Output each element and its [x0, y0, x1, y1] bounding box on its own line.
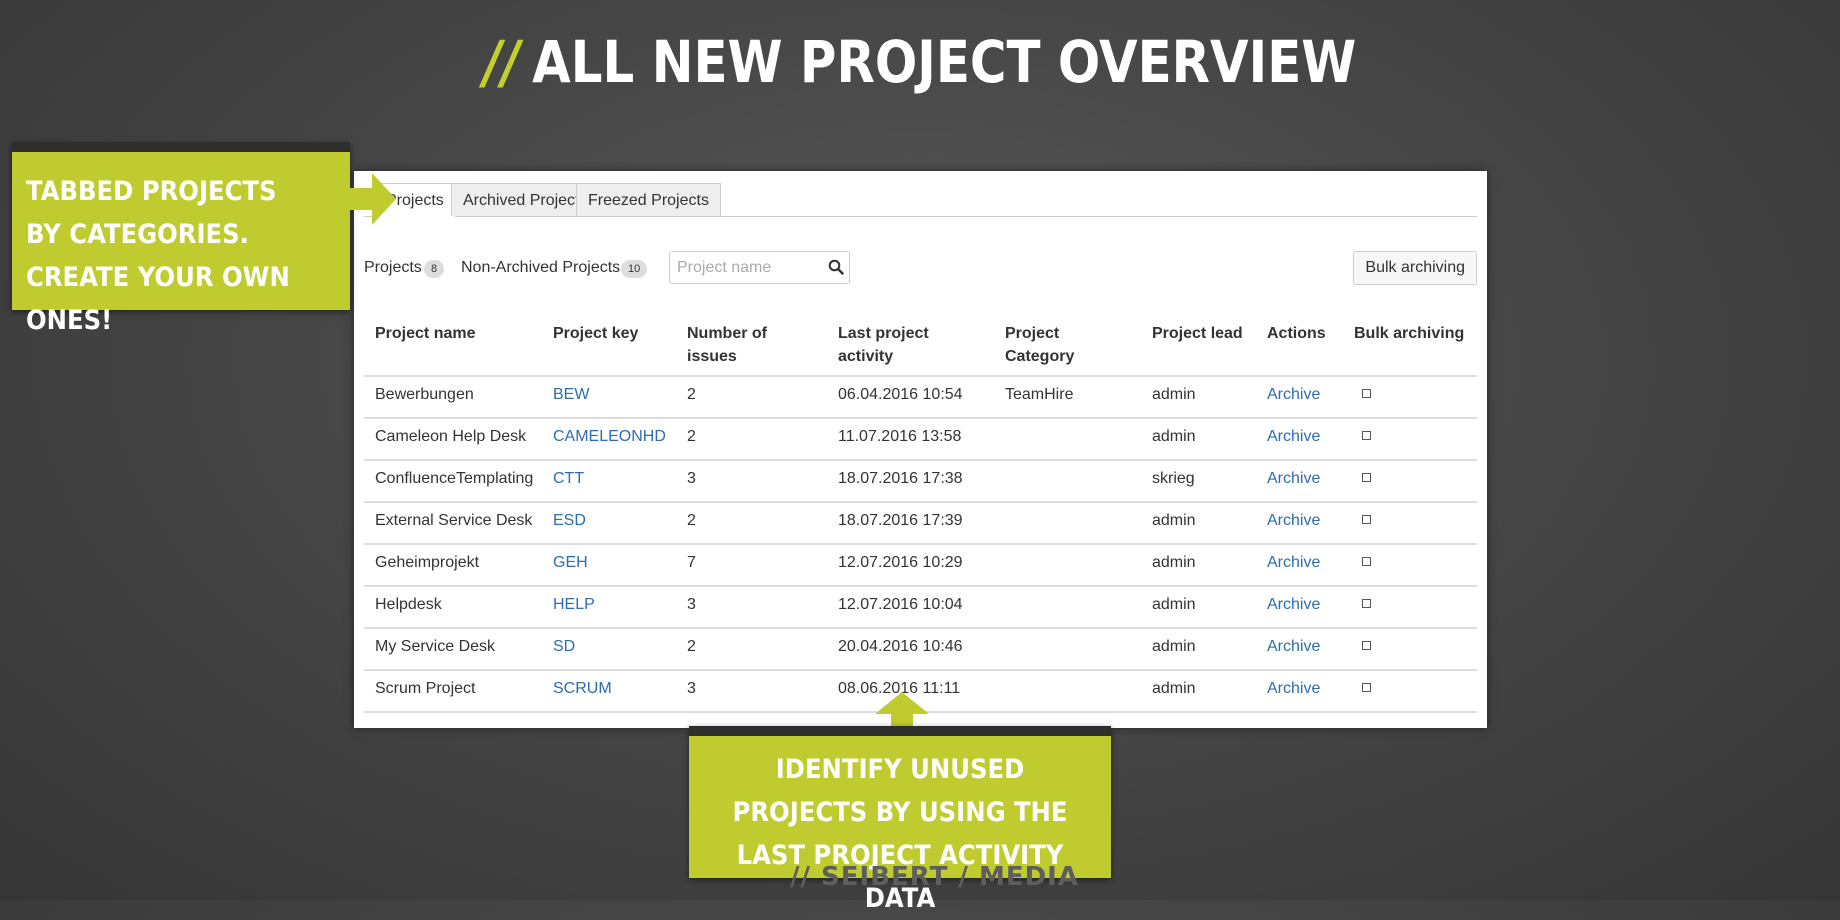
header-project-lead[interactable]: Project lead — [1152, 322, 1243, 345]
bulk-archive-checkbox[interactable] — [1362, 515, 1371, 524]
last-activity-cell: 11.07.2016 13:58 — [838, 428, 962, 445]
headline-slashes: // — [483, 28, 521, 96]
projects-count-label: Projects — [364, 259, 422, 276]
issue-count-cell: 2 — [687, 638, 696, 655]
headline-text: ALL NEW PROJECT OVERVIEW — [532, 28, 1357, 96]
project-name-cell: My Service Desk — [375, 638, 496, 655]
project-lead-cell: admin — [1152, 428, 1196, 445]
project-category-cell: TeamHire — [1005, 386, 1074, 403]
issue-count-cell: 2 — [687, 512, 696, 529]
bulk-archive-checkbox[interactable] — [1362, 599, 1371, 608]
header-number-of-issues[interactable]: Number of issues — [687, 322, 797, 368]
last-activity-cell: 12.07.2016 10:04 — [838, 596, 963, 613]
archive-link[interactable]: Archive — [1267, 596, 1320, 614]
header-bulk-archiving: Bulk archiving — [1354, 325, 1465, 342]
project-key-link[interactable]: ESD — [553, 512, 586, 530]
table-row: ConfluenceTemplating CTT 3 18.07.2016 17:38… — [364, 461, 1477, 503]
project-search-input[interactable] — [669, 251, 850, 284]
issue-count-cell: 3 — [687, 680, 696, 697]
bulk-archive-checkbox[interactable] — [1362, 557, 1371, 566]
project-name-cell: ConfluenceTemplating — [375, 470, 534, 487]
bulk-archive-checkbox[interactable] — [1362, 389, 1371, 398]
search-icon[interactable] — [828, 259, 844, 275]
table-row: Helpdesk HELP 3 12.07.2016 10:04 admin Archiv… — [364, 587, 1477, 629]
archive-link[interactable]: Archive — [1267, 512, 1320, 530]
issue-count-cell: 2 — [687, 386, 696, 403]
issue-count-cell: 3 — [687, 596, 696, 613]
projects-count-badge: 8 — [424, 260, 445, 278]
table-row: Bewerbungen BEW 2 06.04.2016 10:54 TeamHire a… — [364, 377, 1477, 419]
last-activity-cell: 18.07.2016 17:39 — [838, 512, 963, 529]
callout-unused-projects-text: IDENTIFY UNUSED PROJECTS BY USING THE LA… — [732, 754, 1068, 914]
project-key-link[interactable]: GEH — [553, 554, 588, 572]
header-actions: Actions — [1267, 325, 1326, 342]
bulk-archiving-button[interactable]: Bulk archiving — [1353, 251, 1477, 285]
toolbar: Projects 8 Non-Archived Projects 10 Bulk… — [364, 251, 1477, 287]
non-archived-count-label: Non-Archived Projects — [461, 259, 621, 276]
project-key-link[interactable]: CAMELEONHD — [553, 428, 666, 446]
archive-link[interactable]: Archive — [1267, 470, 1320, 488]
project-lead-cell: admin — [1152, 512, 1196, 529]
arrow-up-icon — [875, 692, 929, 728]
issue-count-cell: 2 — [687, 428, 696, 445]
project-name-cell: Bewerbungen — [375, 386, 474, 403]
table-header: Project name Project key Number of issue… — [364, 314, 1477, 377]
bulk-archive-checkbox[interactable] — [1362, 431, 1371, 440]
bulk-archive-checkbox[interactable] — [1362, 683, 1371, 692]
page-headline: //ALL NEW PROJECT OVERVIEW — [129, 28, 1711, 96]
project-lead-cell: admin — [1152, 596, 1196, 613]
project-key-link[interactable]: SCRUM — [553, 680, 612, 698]
project-key-link[interactable]: CTT — [553, 470, 584, 488]
archive-link[interactable]: Archive — [1267, 428, 1320, 446]
project-key-link[interactable]: HELP — [553, 596, 595, 614]
table-body: Bewerbungen BEW 2 06.04.2016 10:54 TeamHire a… — [364, 377, 1477, 713]
archive-link[interactable]: Archive — [1267, 554, 1320, 572]
archive-link[interactable]: Archive — [1267, 680, 1320, 698]
last-activity-cell: 20.04.2016 10:46 — [838, 638, 963, 655]
table-row: Geheimprojekt GEH 7 12.07.2016 10:29 admin Ar… — [364, 545, 1477, 587]
project-lead-cell: admin — [1152, 638, 1196, 655]
issue-count-cell: 7 — [687, 554, 696, 571]
header-project-category[interactable]: Project Category — [1005, 322, 1095, 368]
project-tabs: Projects Archived Projects Freezed Proje… — [364, 183, 1477, 217]
project-name-cell: External Service Desk — [375, 512, 533, 529]
project-lead-cell: skrieg — [1152, 470, 1195, 487]
table-row: Cameleon Help Desk CAMELEONHD 2 11.07.2016 … — [364, 419, 1477, 461]
project-name-cell: Scrum Project — [375, 680, 476, 697]
table-row: External Service Desk ESD 2 18.07.2016 17:3… — [364, 503, 1477, 545]
tab-freezed-projects[interactable]: Freezed Projects — [576, 183, 721, 216]
bulk-archive-checkbox[interactable] — [1362, 641, 1371, 650]
callout-unused-projects: IDENTIFY UNUSED PROJECTS BY USING THE LA… — [689, 726, 1111, 914]
archive-link[interactable]: Archive — [1267, 386, 1320, 404]
project-overview-panel: Projects Archived Projects Freezed Proje… — [354, 171, 1487, 728]
project-key-link[interactable]: BEW — [553, 386, 589, 404]
project-name-cell: Cameleon Help Desk — [375, 428, 527, 445]
project-lead-cell: admin — [1152, 554, 1196, 571]
brand-watermark: // SEIBERT / MEDIA — [790, 862, 1079, 892]
archive-link[interactable]: Archive — [1267, 638, 1320, 656]
last-activity-cell: 18.07.2016 17:38 — [838, 470, 963, 487]
issue-count-cell: 3 — [687, 470, 696, 487]
last-activity-cell: 12.07.2016 10:29 — [838, 554, 963, 571]
project-name-cell: Helpdesk — [375, 596, 442, 613]
project-key-link[interactable]: SD — [553, 638, 575, 656]
header-project-name[interactable]: Project name — [375, 322, 475, 345]
projects-table: Project name Project key Number of issue… — [364, 314, 1477, 713]
callout-tabbed-projects: TABBED PROJECTS BY CATEGORIES. CREATE YO… — [12, 142, 350, 336]
header-last-project-activity[interactable]: Last project activity — [838, 322, 948, 368]
last-activity-cell: 06.04.2016 10:54 — [838, 386, 963, 403]
callout-tabbed-projects-text: TABBED PROJECTS BY CATEGORIES. CREATE YO… — [26, 176, 290, 336]
table-row: My Service Desk SD 2 20.04.2016 10:46 admin A… — [364, 629, 1477, 671]
project-lead-cell: admin — [1152, 680, 1196, 697]
non-archived-count-badge: 10 — [621, 260, 648, 278]
project-lead-cell: admin — [1152, 386, 1196, 403]
header-project-key[interactable]: Project key — [553, 322, 638, 345]
bulk-archive-checkbox[interactable] — [1362, 473, 1371, 482]
project-name-cell: Geheimprojekt — [375, 554, 480, 571]
